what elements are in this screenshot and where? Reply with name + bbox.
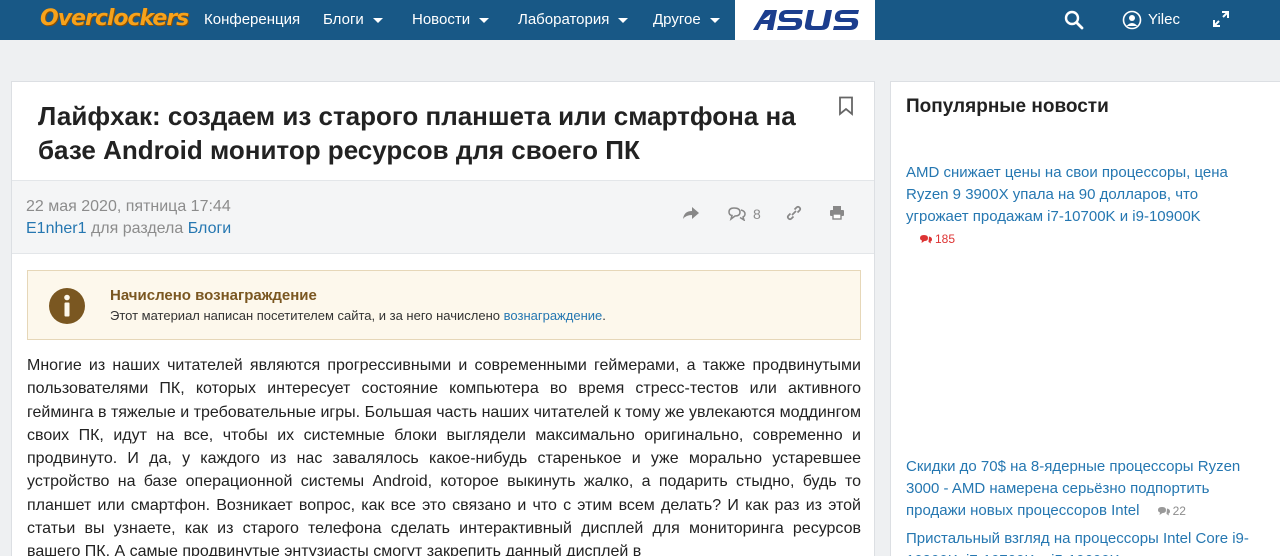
expand-icon[interactable] bbox=[1212, 10, 1230, 28]
user-menu[interactable]: Yilec bbox=[1122, 0, 1180, 40]
nav-other[interactable]: Другое bbox=[653, 0, 720, 40]
article-author-line: E1nher1 для раздела Блоги bbox=[26, 220, 232, 237]
comments-count[interactable]: 8 bbox=[753, 206, 761, 222]
news-comments-count: 22 bbox=[1157, 504, 1186, 518]
news-item[interactable]: AMD снижает цены на свои процессоры, цен… bbox=[906, 162, 1261, 250]
reward-title: Начислено вознаграждение bbox=[110, 287, 317, 304]
article-date: 22 мая 2020, пятница 17:44 bbox=[26, 198, 231, 215]
bookmark-icon[interactable] bbox=[838, 96, 854, 116]
link-icon[interactable] bbox=[786, 205, 802, 221]
chevron-down-icon bbox=[618, 17, 629, 23]
search-icon[interactable] bbox=[1064, 10, 1084, 30]
article-title: Лайфхак: создаем из старого планшета или… bbox=[38, 101, 796, 165]
nav-laboratory[interactable]: Лаборатория bbox=[518, 0, 629, 40]
comments-icon[interactable] bbox=[728, 205, 746, 221]
news-item[interactable]: Пристальный взгляд на процессоры Intel C… bbox=[906, 528, 1261, 556]
top-navbar: Overclockers Конференция Блоги Новости Л… bbox=[0, 0, 1280, 40]
nav-blogs[interactable]: Блоги bbox=[323, 0, 383, 40]
asus-logo-image bbox=[753, 10, 859, 30]
chevron-down-icon bbox=[372, 17, 383, 23]
reward-link[interactable]: вознаграждение bbox=[504, 308, 603, 323]
print-icon[interactable] bbox=[829, 205, 845, 221]
news-item[interactable]: Скидки до 70$ на 8-ядерные процессоры Ry… bbox=[906, 456, 1261, 522]
reward-text: Этот материал написан посетителем сайта,… bbox=[110, 308, 606, 323]
chevron-down-icon bbox=[709, 17, 720, 23]
sidebar-title: Популярные новости bbox=[906, 96, 1109, 117]
article-body: Многие из наших читателей являются прогр… bbox=[27, 357, 861, 556]
chevron-down-icon bbox=[479, 17, 490, 23]
article-meta: 22 мая 2020, пятница 17:44 E1nher1 для р… bbox=[12, 180, 874, 254]
asus-sponsor-logo[interactable] bbox=[735, 0, 875, 40]
info-icon bbox=[49, 288, 85, 324]
share-icon[interactable] bbox=[682, 205, 700, 221]
user-icon bbox=[1122, 10, 1142, 30]
article-card: Лайфхак: создаем из старого планшета или… bbox=[11, 81, 875, 556]
nav-news[interactable]: Новости bbox=[412, 0, 490, 40]
sidebar-popular: Популярные новости AMD снижает цены на с… bbox=[890, 81, 1280, 556]
comments-icon bbox=[920, 235, 932, 244]
news-comments-count: 185 bbox=[920, 232, 955, 246]
section-link[interactable]: Блоги bbox=[188, 220, 232, 237]
comments-icon bbox=[1157, 507, 1170, 516]
reward-notice: Начислено вознаграждение Этот материал н… bbox=[27, 270, 861, 340]
author-link[interactable]: E1nher1 bbox=[26, 220, 87, 237]
site-logo[interactable]: Overclockers bbox=[40, 6, 189, 31]
nav-conference[interactable]: Конференция bbox=[204, 0, 300, 40]
